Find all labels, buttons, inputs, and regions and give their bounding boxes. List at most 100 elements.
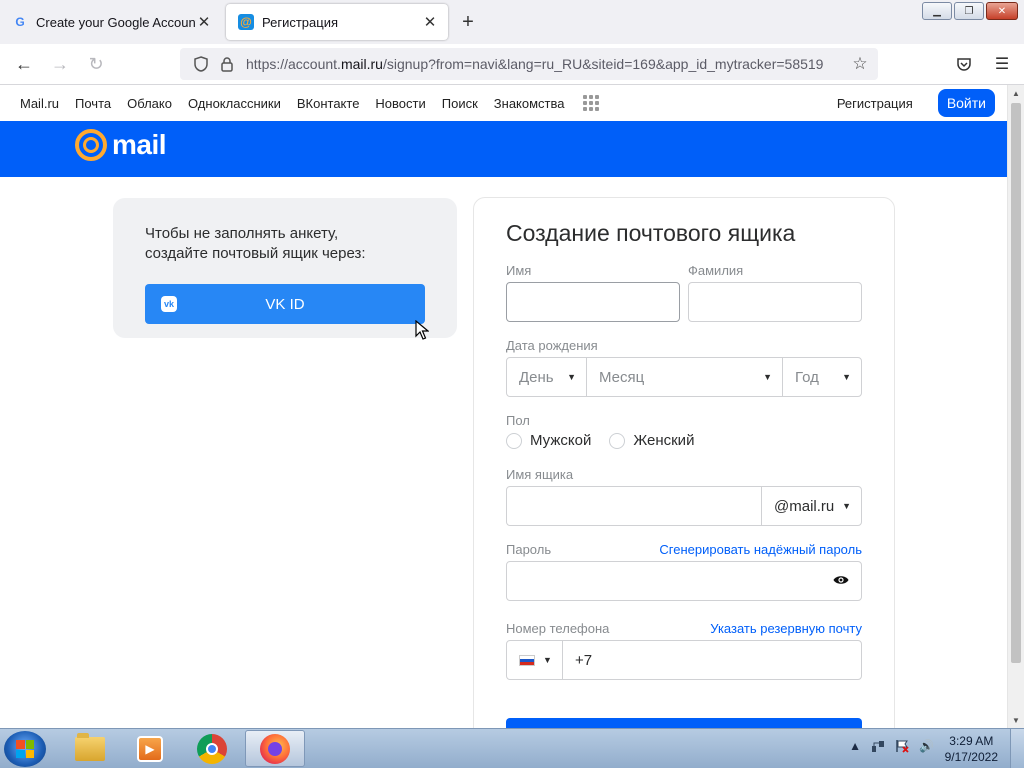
media-player-icon: ▶: [137, 735, 163, 762]
pocket-icon[interactable]: [952, 57, 976, 72]
screen: G Create your Google Account ✕ @ Регистр…: [0, 0, 1024, 768]
chevron-down-icon: ▼: [842, 372, 851, 382]
nav-link-oblako[interactable]: Облако: [127, 96, 172, 111]
window-controls: ▁ ❐ ✕: [922, 2, 1018, 20]
action-center-flag-icon[interactable]: [895, 739, 909, 753]
radio-circle-icon: [506, 432, 522, 449]
nav-link-pochta[interactable]: Почта: [75, 96, 111, 111]
chevron-down-icon: ▼: [842, 501, 851, 511]
firefox-icon: [260, 733, 290, 764]
domain-value: @mail.ru: [774, 497, 835, 515]
mailbox-name-input[interactable]: [507, 487, 761, 525]
submit-button[interactable]: [506, 718, 862, 728]
google-g-icon: G: [15, 15, 25, 29]
mailru-at-icon: @: [238, 14, 254, 30]
minimize-button[interactable]: ▁: [922, 2, 952, 20]
last-name-input[interactable]: [688, 282, 862, 322]
show-desktop-button[interactable]: [1010, 729, 1024, 768]
page-viewport: Mail.ru Почта Облако Одноклассники ВКонт…: [0, 85, 1007, 728]
phone-number-input[interactable]: +7: [563, 641, 592, 679]
russia-flag-icon: [519, 654, 535, 666]
first-name-label: Имя: [506, 263, 532, 278]
nav-link-mailru[interactable]: Mail.ru: [20, 96, 59, 111]
tracking-shield-icon[interactable]: [188, 56, 214, 72]
password-input[interactable]: [506, 561, 862, 601]
scroll-thumb[interactable]: [1011, 103, 1021, 663]
windows-logo-icon: [16, 740, 34, 758]
clock[interactable]: 3:29 AM 9/17/2022: [945, 733, 998, 765]
apps-grid-icon[interactable]: [582, 95, 599, 111]
dob-selects: День ▼ Месяц ▼ Год ▼: [506, 357, 862, 397]
back-arrow-icon[interactable]: ←: [6, 48, 42, 80]
at-sign-icon: [75, 129, 107, 161]
reload-icon[interactable]: ↻: [78, 48, 114, 80]
gender-female-radio[interactable]: Женский: [609, 432, 694, 449]
tab-title: Create your Google Account: [36, 14, 196, 30]
mailbox-field: @mail.ru ▼: [506, 486, 862, 526]
hamburger-menu-icon[interactable]: ☰: [990, 54, 1014, 74]
tab-registration[interactable]: @ Регистрация ✕: [226, 4, 448, 40]
tab-title: Регистрация: [262, 14, 338, 30]
phone-field: ▼ +7: [506, 640, 862, 680]
speaker-icon[interactable]: 🔊: [919, 739, 934, 753]
address-bar[interactable]: https://account.mail.ru/signup?from=navi…: [180, 48, 878, 80]
restore-button[interactable]: ❐: [954, 2, 984, 20]
lock-icon[interactable]: [214, 56, 240, 72]
close-window-button[interactable]: ✕: [986, 2, 1018, 20]
eye-icon[interactable]: [833, 574, 849, 586]
tray-expand-icon[interactable]: ▲: [849, 739, 861, 753]
month-select[interactable]: Месяц ▼: [587, 358, 783, 396]
nav-link-novosti[interactable]: Новости: [375, 96, 425, 111]
page-scrollbar[interactable]: ▲ ▼: [1007, 85, 1024, 728]
day-select[interactable]: День ▼: [507, 358, 587, 396]
chevron-down-icon: ▼: [763, 372, 772, 382]
mail-logo[interactable]: mail: [75, 129, 167, 161]
form-title: Создание почтового ящика: [506, 220, 796, 246]
first-name-input[interactable]: [506, 282, 680, 322]
phone-label-row: Номер телефона Указать резервную почту: [506, 621, 862, 640]
taskbar-media-player[interactable]: ▶: [120, 730, 180, 767]
country-select[interactable]: ▼: [507, 641, 563, 679]
generate-password-link[interactable]: Сгенерировать надёжный пароль: [659, 542, 862, 557]
close-tab-icon[interactable]: ✕: [422, 14, 438, 31]
gender-male-label: Мужской: [530, 432, 592, 449]
start-button[interactable]: [4, 731, 46, 767]
backup-email-link[interactable]: Указать резервную почту: [710, 621, 862, 636]
taskbar-explorer[interactable]: [60, 730, 120, 767]
chevron-down-icon: ▼: [543, 655, 552, 665]
gender-male-radio[interactable]: Мужской: [506, 432, 591, 449]
taskbar-chrome[interactable]: [182, 730, 242, 767]
bookmark-star-icon[interactable]: ☆: [848, 54, 872, 74]
browser-tab-strip: G Create your Google Account ✕ @ Регистр…: [0, 0, 1024, 44]
close-tab-icon[interactable]: ✕: [196, 14, 212, 31]
radio-circle-icon: [609, 432, 626, 449]
forward-arrow-icon[interactable]: →: [42, 48, 78, 80]
clock-time: 3:29 AM: [949, 734, 994, 748]
year-select[interactable]: Год ▼: [783, 358, 861, 396]
name-row: Имя Фамилия: [506, 263, 862, 322]
nav-link-znakomstva[interactable]: Знакомства: [494, 96, 565, 111]
url-text[interactable]: https://account.mail.ru/signup?from=navi…: [246, 56, 848, 72]
taskbar: ▶ ▲ 🔊 3:29 AM 9/17/2022: [0, 728, 1024, 768]
password-label-row: Пароль Сгенерировать надёжный пароль: [506, 542, 862, 561]
gender-radios: Мужской Женский: [506, 432, 862, 449]
vk-icon: vk: [161, 296, 177, 312]
nav-link-odnoklassniki[interactable]: Одноклассники: [188, 96, 281, 111]
nav-link-poisk[interactable]: Поиск: [442, 96, 478, 111]
password-label: Пароль: [506, 542, 552, 557]
new-tab-button[interactable]: +: [448, 4, 488, 40]
vk-card-text: Чтобы не заполнять анкету, создайте почт…: [145, 225, 366, 262]
domain-select[interactable]: @mail.ru ▼: [761, 487, 861, 525]
mouse-cursor-icon: [415, 320, 429, 340]
scroll-down-icon[interactable]: ▼: [1008, 712, 1024, 728]
tab-google-account[interactable]: G Create your Google Account ✕: [0, 4, 222, 40]
network-icon[interactable]: [871, 739, 885, 753]
login-button[interactable]: Войти: [937, 89, 995, 117]
last-name-label: Фамилия: [688, 263, 744, 278]
nav-link-vkontakte[interactable]: ВКонтакте: [297, 96, 360, 111]
scroll-up-icon[interactable]: ▲: [1008, 85, 1024, 101]
vk-id-button[interactable]: vk VK ID: [145, 284, 425, 324]
register-link[interactable]: Регистрация: [837, 96, 913, 111]
clock-date: 9/17/2022: [944, 750, 998, 764]
taskbar-firefox[interactable]: [245, 730, 305, 767]
